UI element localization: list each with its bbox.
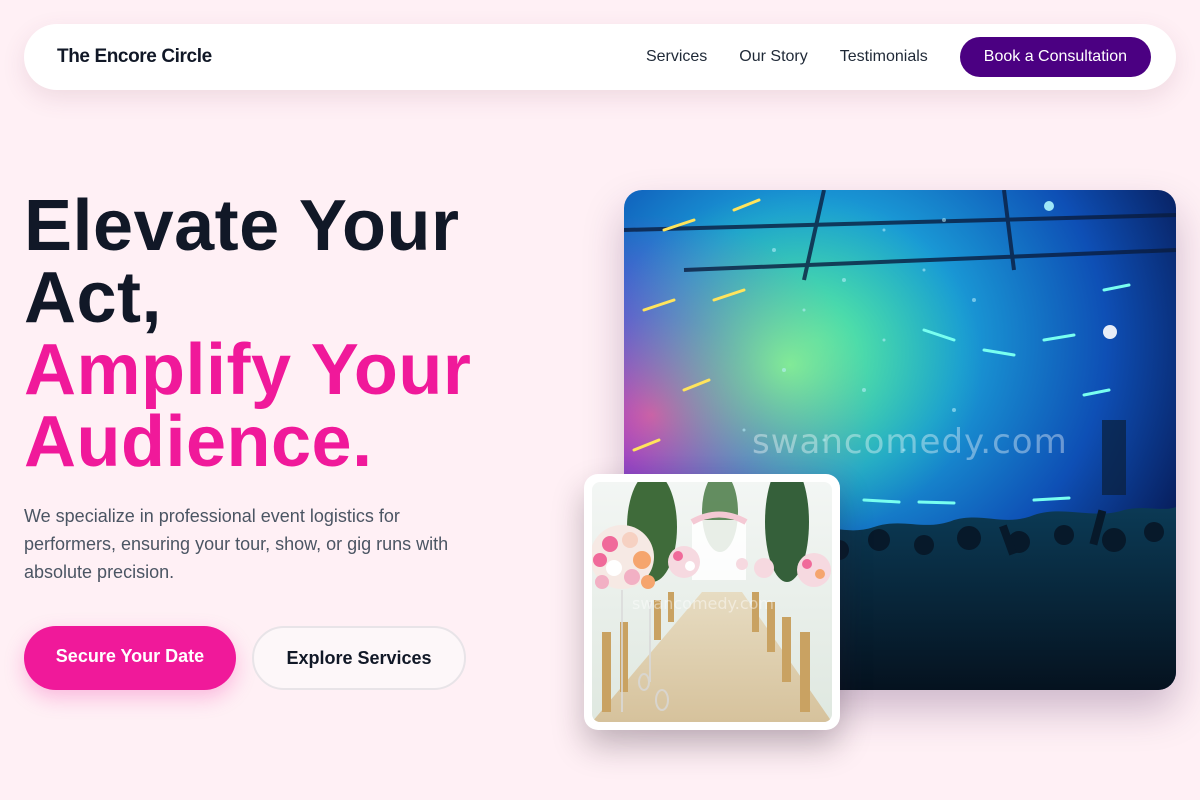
nav-links: Services Our Story Testimonials Book a C…	[646, 37, 1151, 77]
headline-line-3: Amplify Your	[24, 330, 472, 410]
headline-line-1: Elevate Your	[24, 186, 460, 266]
nav-link-our-story[interactable]: Our Story	[739, 48, 807, 66]
headline-line-4: Audience.	[24, 402, 373, 482]
wedding-watermark: swancomedy.com	[632, 594, 774, 613]
explore-services-button[interactable]: Explore Services	[252, 626, 466, 690]
nav-link-services[interactable]: Services	[646, 48, 707, 66]
book-consultation-button[interactable]: Book a Consultation	[959, 37, 1151, 77]
brand-logo[interactable]: The Encore Circle	[57, 46, 212, 68]
hero-description: We specialize in professional event logi…	[24, 506, 449, 582]
wedding-image: swancomedy.com	[592, 482, 832, 722]
secure-your-date-button[interactable]: Secure Your Date	[24, 626, 236, 690]
hero-headline: Elevate Your Act, Amplify Your Audience.	[24, 190, 544, 478]
nav-link-testimonials[interactable]: Testimonials	[840, 48, 928, 66]
top-navbar: The Encore Circle Services Our Story Tes…	[24, 24, 1176, 90]
wedding-image-card: swancomedy.com	[584, 474, 840, 730]
headline-line-2: Act,	[24, 258, 163, 338]
concert-watermark: swancomedy.com	[752, 422, 1068, 462]
